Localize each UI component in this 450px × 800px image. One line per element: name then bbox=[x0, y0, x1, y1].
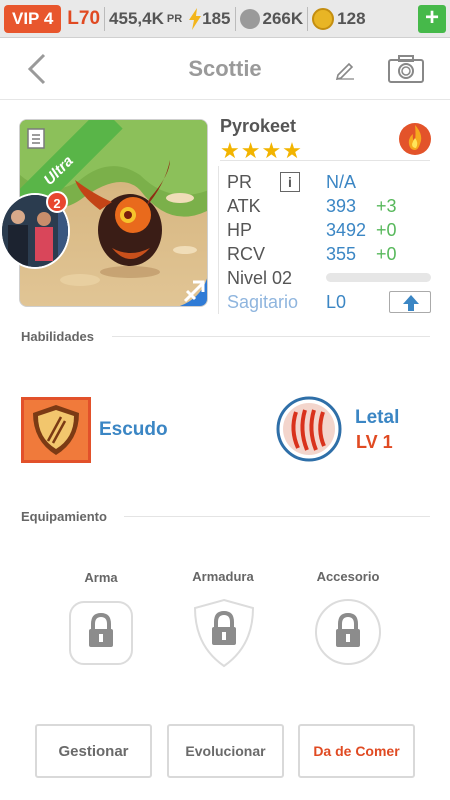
paw-icon bbox=[239, 8, 260, 29]
level-progress-bar bbox=[326, 273, 431, 282]
coin-value: 128 bbox=[337, 8, 366, 28]
hp-value: 3492 bbox=[326, 220, 367, 240]
equipment-section-label: Equipamiento bbox=[21, 509, 107, 524]
power-unit: PR bbox=[166, 12, 183, 25]
energy-value: 185 bbox=[202, 8, 231, 28]
divider bbox=[112, 336, 430, 337]
skill2-name: Letal bbox=[355, 407, 400, 428]
sagittarius-icon bbox=[179, 278, 207, 306]
edit-icon[interactable] bbox=[334, 58, 358, 80]
weapon-slot[interactable] bbox=[68, 600, 134, 666]
divider bbox=[220, 160, 430, 161]
rcv-label: RCV bbox=[227, 244, 266, 264]
evolve-button[interactable]: Evolucionar bbox=[167, 724, 284, 778]
rcv-bonus: +0 bbox=[376, 244, 397, 264]
hp-bonus: +0 bbox=[376, 220, 397, 240]
power-stat: 455,4K PR bbox=[109, 9, 182, 29]
paw-value: 266K bbox=[262, 8, 304, 28]
upgrade-sign-button[interactable] bbox=[389, 291, 431, 313]
details-icon[interactable] bbox=[26, 126, 48, 150]
skills-section-label: Habilidades bbox=[21, 329, 94, 344]
camera-icon[interactable] bbox=[387, 54, 425, 84]
power-value: 455,4K bbox=[109, 8, 164, 28]
player-level: L70 bbox=[67, 7, 101, 29]
hp-label: HP bbox=[227, 220, 253, 240]
lightning-icon bbox=[189, 7, 202, 30]
pr-value: N/A bbox=[326, 172, 357, 192]
divider bbox=[104, 6, 106, 31]
claw-skill-icon[interactable] bbox=[276, 396, 342, 462]
rcv-value: 355 bbox=[326, 244, 357, 264]
info-icon[interactable]: i bbox=[280, 172, 300, 192]
armor-slot[interactable] bbox=[191, 598, 257, 668]
vip-badge[interactable]: VIP 4 bbox=[4, 4, 62, 33]
atk-label: ATK bbox=[227, 196, 261, 216]
skill1-name: Escudo bbox=[99, 419, 168, 440]
sign-label: Sagitario bbox=[227, 292, 299, 312]
paw-stat: 266K bbox=[239, 8, 304, 29]
divider bbox=[218, 166, 219, 314]
shield-skill-icon[interactable] bbox=[21, 397, 91, 463]
monster-name: Pyrokeet bbox=[220, 116, 297, 136]
divider bbox=[307, 6, 309, 31]
sign-level: L0 bbox=[326, 292, 347, 312]
atk-value: 393 bbox=[326, 196, 357, 216]
pr-label: PR bbox=[227, 172, 253, 192]
page-title: Scottie bbox=[188, 56, 262, 81]
coin-stat: 128 bbox=[312, 7, 366, 30]
weapon-slot-label: Arma bbox=[84, 570, 118, 585]
coin-icon bbox=[312, 7, 335, 30]
notification-badge: 2 bbox=[46, 191, 68, 213]
status-bar: VIP 4 L70 455,4K PR 185 266K 128 + bbox=[0, 0, 450, 38]
divider bbox=[124, 516, 430, 517]
armor-slot-label: Armadura bbox=[192, 569, 254, 584]
feed-button[interactable]: Da de Comer bbox=[298, 724, 415, 778]
level-label: Nivel 02 bbox=[227, 268, 293, 288]
header: Scottie bbox=[0, 38, 450, 100]
skill2-level: LV 1 bbox=[356, 432, 393, 452]
add-currency-button[interactable]: + bbox=[418, 5, 446, 33]
atk-bonus: +3 bbox=[376, 196, 397, 216]
fire-element-icon bbox=[399, 123, 431, 155]
energy-stat: 185 bbox=[188, 7, 231, 30]
accessory-slot-label: Accesorio bbox=[316, 569, 380, 584]
accessory-slot[interactable] bbox=[314, 598, 382, 666]
arrow-up-icon bbox=[403, 295, 419, 311]
divider bbox=[234, 6, 236, 31]
manage-button[interactable]: Gestionar bbox=[35, 724, 152, 778]
